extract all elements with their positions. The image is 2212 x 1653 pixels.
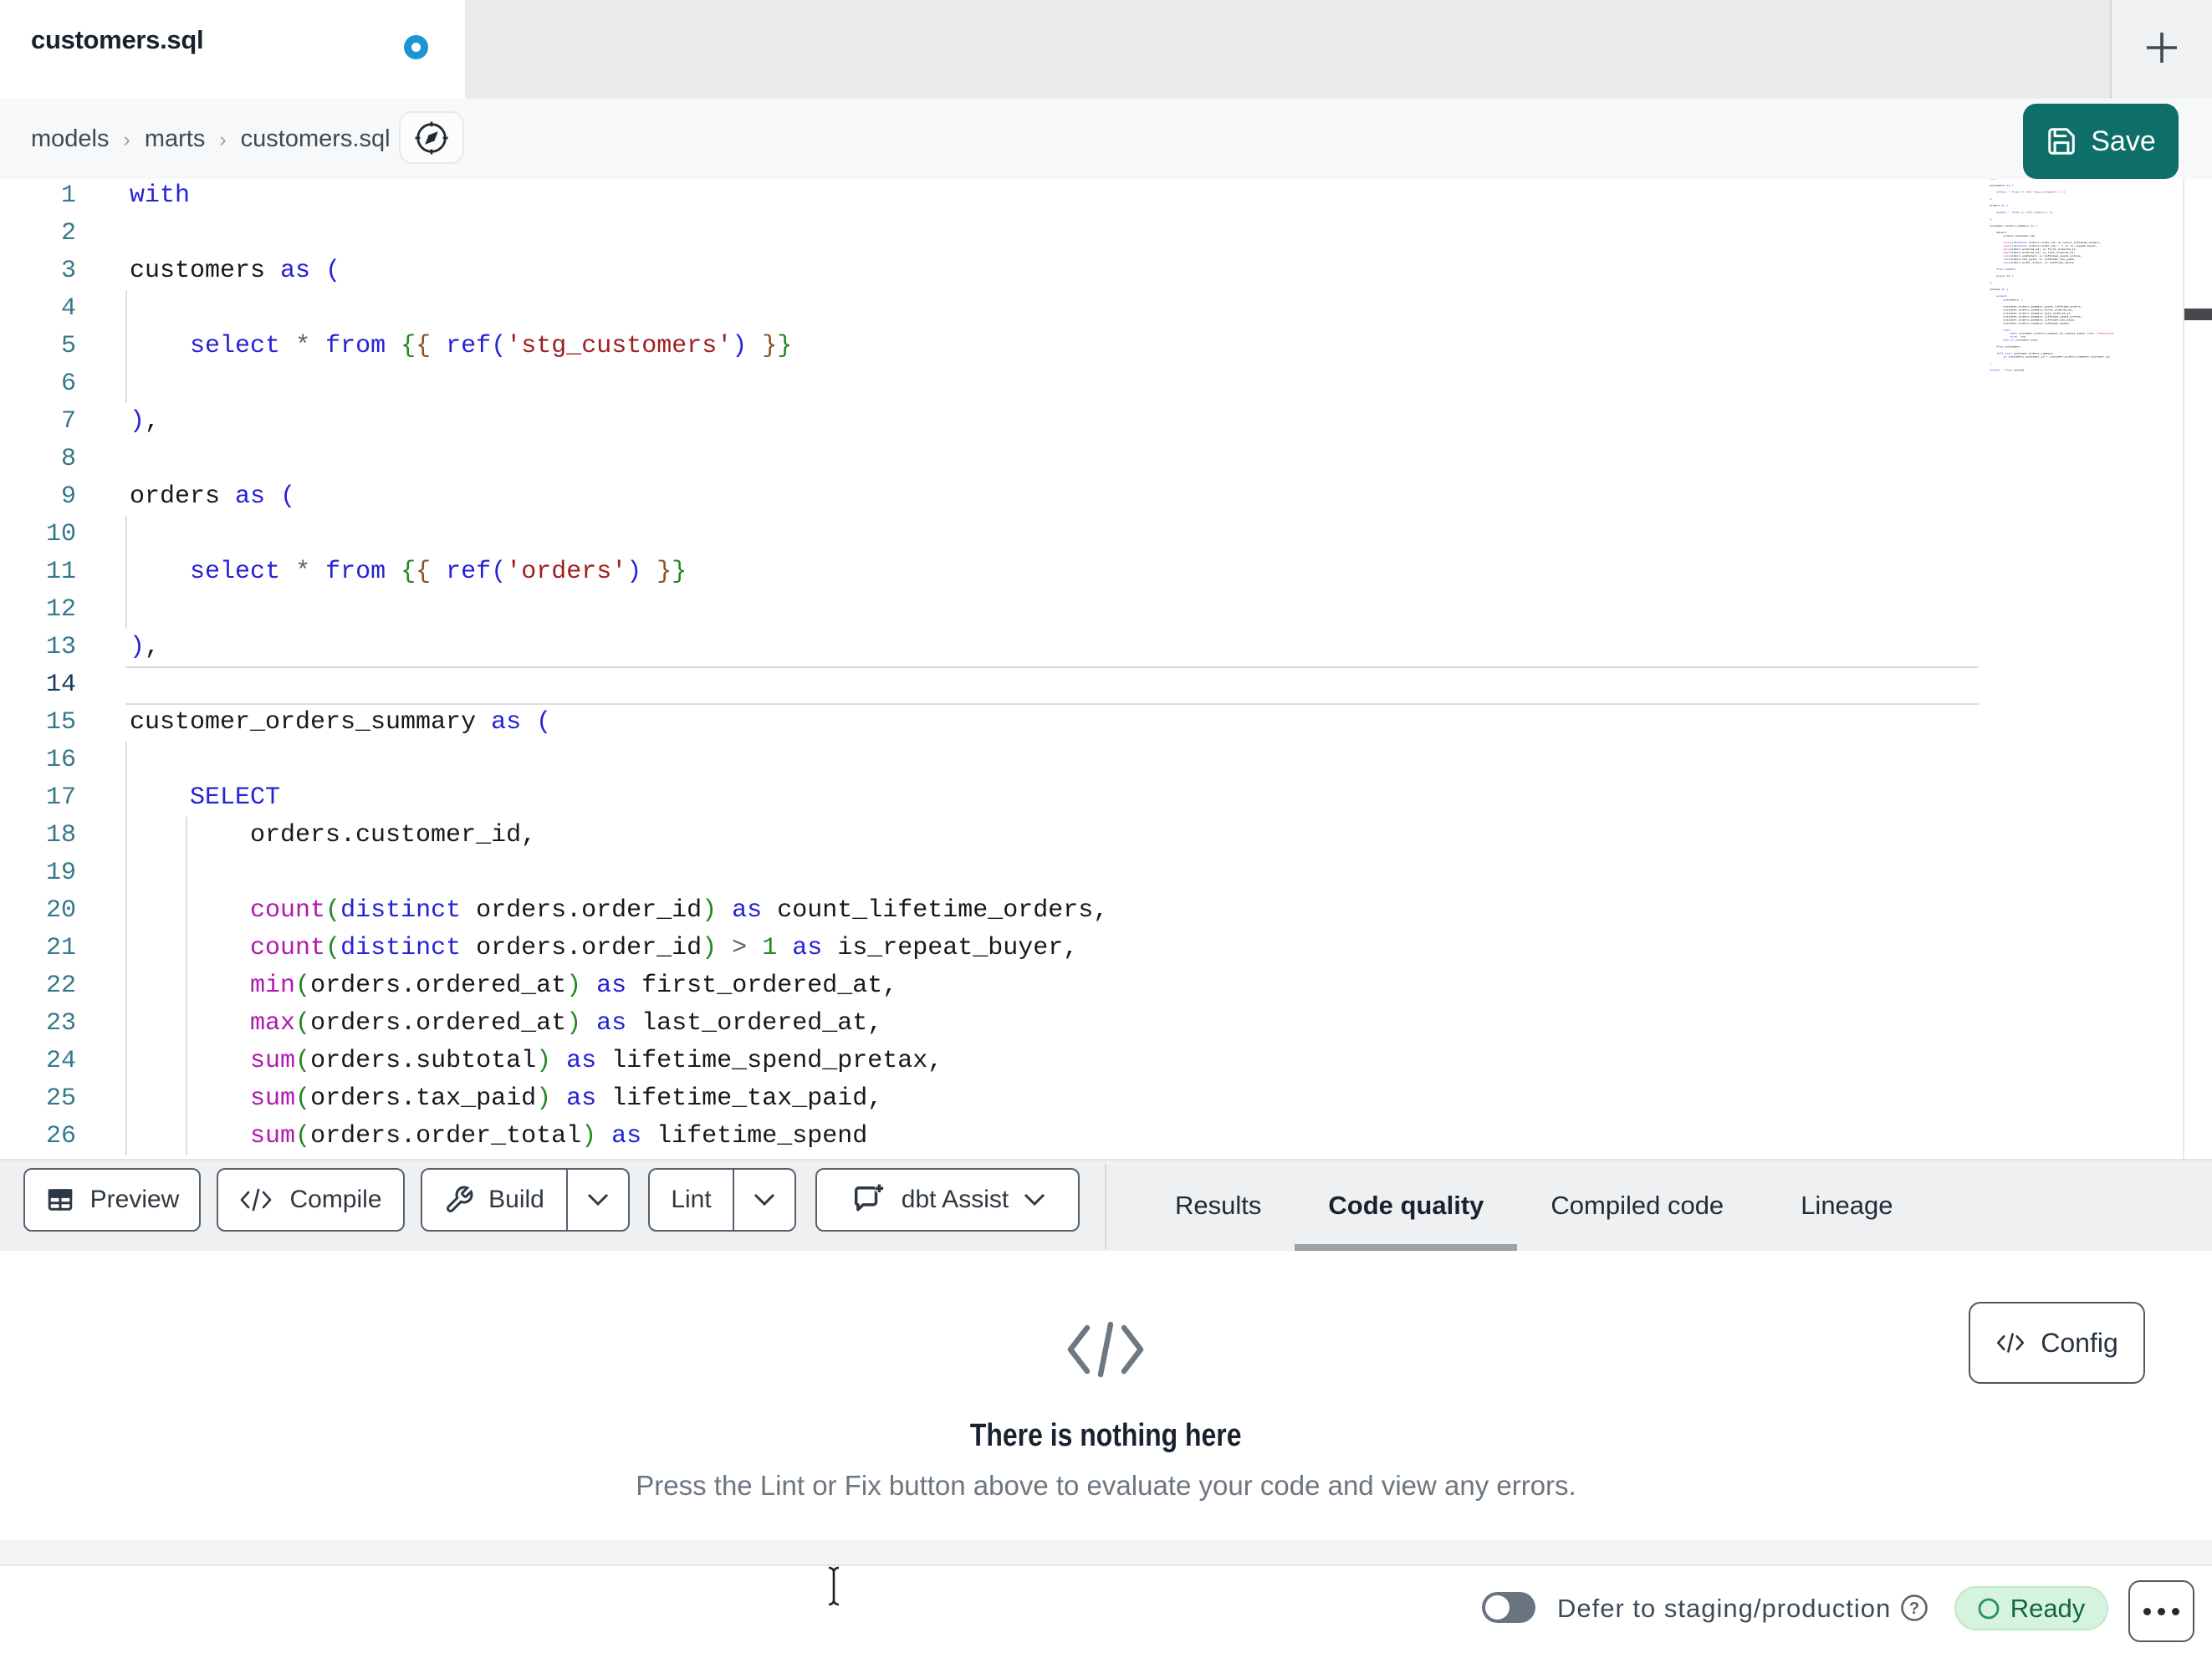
svg-text:?: ? <box>1909 1599 1919 1618</box>
